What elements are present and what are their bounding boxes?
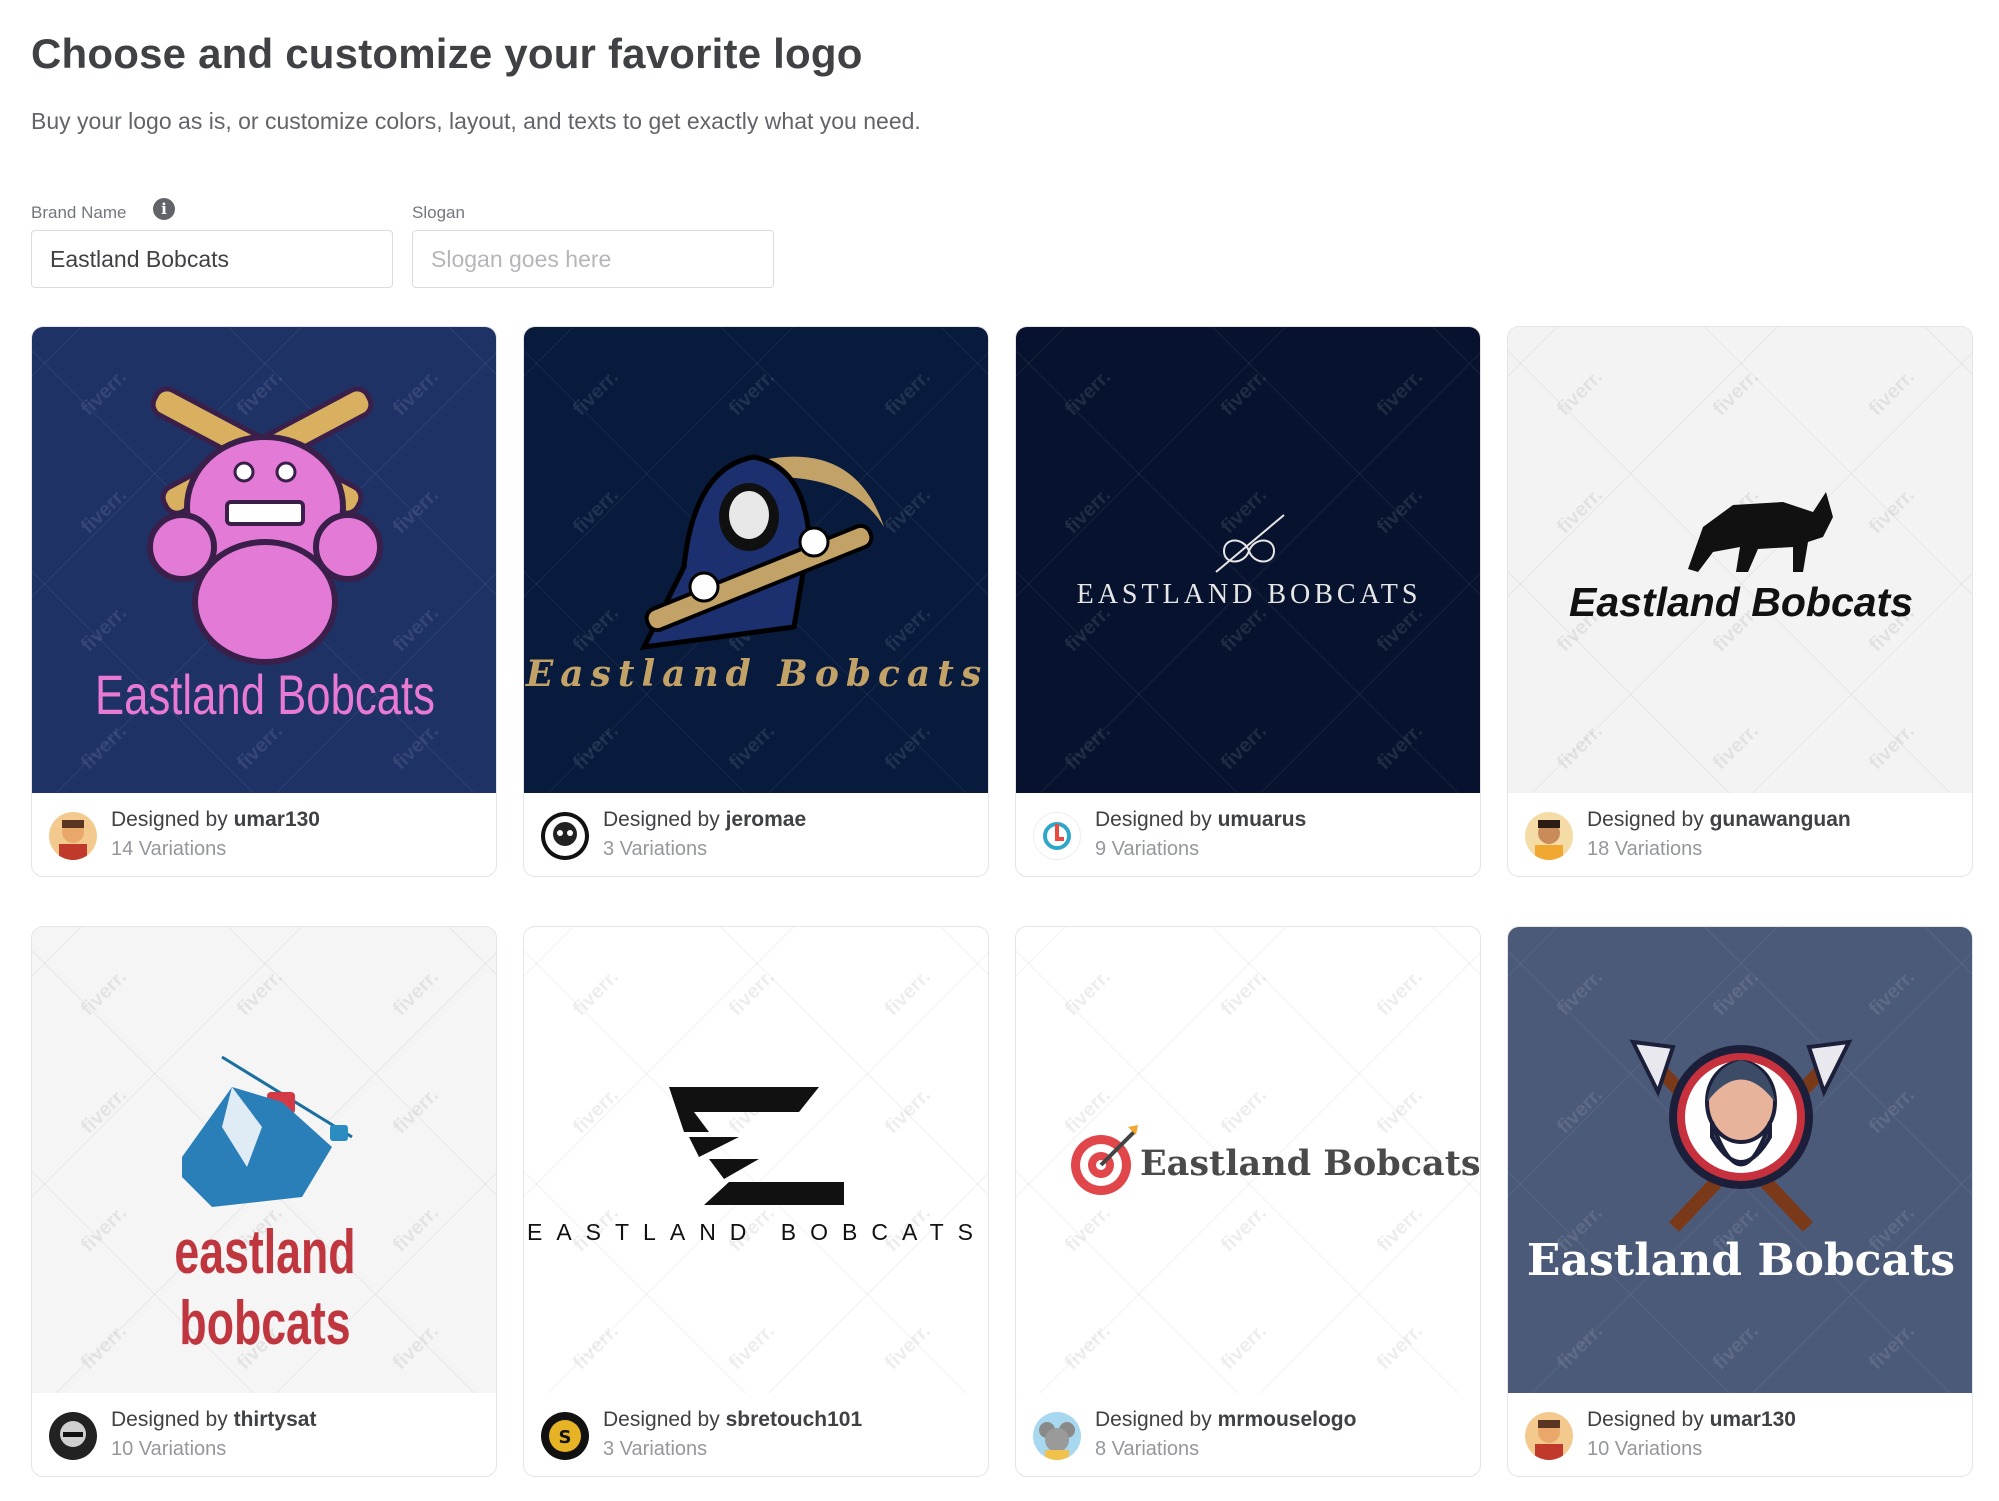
logo-text: EASTLAND BOBCATS (526, 1219, 988, 1245)
variations-count: 10 Variations (1587, 1438, 1703, 1460)
logo-text: Eastland Bobcats (1140, 1143, 1481, 1184)
logo-preview: fiverr. fiverr. fiverr. fiverr. fiverr. fiver… (32, 927, 496, 1393)
logo-text: EASTLAND BOBCATS (1076, 579, 1422, 610)
avatar (1033, 812, 1081, 860)
cable-car-mountain-icon (182, 1055, 353, 1207)
designer-name: gunawanguan (1709, 808, 1851, 831)
variations-count: 3 Variations (603, 838, 708, 860)
designed-by-label: Designed by (1587, 1408, 1704, 1431)
viking-axes-icon (1629, 1039, 1853, 1232)
logo-text: Eastland Bobcats (1568, 579, 1914, 625)
info-icon[interactable]: i (153, 198, 175, 220)
designed-by-label: Designed by (1095, 1408, 1212, 1431)
designer-name: umar130 (1709, 1408, 1796, 1431)
designed-by-label: Designed by (1587, 808, 1704, 831)
logo-text: Eastland Bobcats (95, 663, 435, 726)
letter-e-icon (669, 1087, 844, 1205)
logo-preview: fiverr. fiverr. fiverr. fiverr. fiverr. fiver… (1016, 327, 1480, 793)
logo-text: eastland bobcats (174, 1218, 356, 1358)
avatar (1033, 1412, 1081, 1460)
logo-card[interactable]: fiverr. fiverr. fiverr. fiverr. fiverr. fiver… (31, 326, 497, 877)
designed-by-label: Designed by (111, 808, 228, 831)
logo-preview: fiverr. fiverr. fiverr. fiverr. fiverr. fiver… (32, 327, 496, 793)
bull-icon (1688, 492, 1833, 572)
logo-card[interactable]: fiverr. fiverr. fiverr. fiverr. fiverr. fiver… (523, 926, 989, 1477)
variations-count: 9 Variations (1095, 838, 1200, 860)
designer-name: jeromae (725, 808, 807, 831)
grim-reaper-baseball-icon (639, 454, 884, 651)
svg-text:S: S (559, 1427, 572, 1448)
avatar (1525, 812, 1573, 860)
designed-by-label: Designed by (603, 808, 720, 831)
logo-preview: fiverr. fiverr. fiverr. fiverr. fiverr. fiver… (1508, 327, 1972, 793)
variations-count: 10 Variations (111, 1438, 227, 1460)
logo-preview: fiverr. fiverr. fiverr. fiverr. fiverr. fiver… (1016, 927, 1481, 1393)
slogan-label: Slogan (412, 203, 465, 222)
pink-monster-baseball-icon (147, 386, 383, 665)
variations-count: 14 Variations (111, 838, 227, 860)
logo-text: Eastland Bobcats (1526, 1235, 1956, 1286)
designer-name: umuarus (1217, 808, 1307, 831)
target-arrow-icon (1071, 1125, 1138, 1195)
logo-card[interactable]: fiverr. fiverr. fiverr. fiverr. fiverr. fiver… (1507, 926, 1973, 1477)
designer-name: sbretouch101 (725, 1408, 863, 1431)
avatar (49, 1412, 97, 1460)
designer-name: umar130 (233, 808, 320, 831)
logo-card[interactable]: fiverr. fiverr. fiverr. fiverr. fiverr. fiver… (31, 926, 497, 1477)
logo-card[interactable]: fiverr. fiverr. fiverr. fiverr. fiverr. fiver… (523, 326, 989, 877)
avatar: S (541, 1412, 589, 1460)
brand-name-input[interactable] (31, 230, 393, 288)
logo-card[interactable]: fiverr. fiverr. fiverr. fiverr. fiverr. fiver… (1015, 926, 1481, 1477)
variations-count: 18 Variations (1587, 838, 1703, 860)
page-title: Choose and customize your favorite logo (31, 30, 863, 77)
designer-name: mrmouselogo (1217, 1408, 1357, 1431)
logo-preview: fiverr. fiverr. fiverr. fiverr. fiverr. fiver… (1508, 927, 1972, 1393)
avatar (1525, 1412, 1573, 1460)
variations-count: 8 Variations (1095, 1438, 1200, 1460)
avatar (49, 812, 97, 860)
designed-by-label: Designed by (1095, 808, 1212, 831)
logo-text: Eastland Bobcats (525, 653, 989, 695)
slogan-input[interactable] (412, 230, 774, 288)
designed-by-label: Designed by (603, 1408, 720, 1431)
logo-preview: fiverr. fiverr. fiverr. fiverr. fiverr. fiver… (524, 327, 989, 793)
avatar (541, 812, 589, 860)
brand-name-label: Brand Name (31, 203, 127, 222)
logo-card[interactable]: fiverr. fiverr. fiverr. fiverr. fiverr. fiver… (1015, 326, 1481, 877)
designer-name: thirtysat (233, 1408, 317, 1431)
logo-card[interactable]: fiverr. fiverr. fiverr. fiverr. fiverr. fiver… (1507, 326, 1973, 877)
page-subtitle: Buy your logo as is, or customize colors… (31, 108, 921, 134)
designed-by-label: Designed by (111, 1408, 228, 1431)
variations-count: 3 Variations (603, 1438, 708, 1460)
logo-preview: fiverr. fiverr. fiverr. fiverr. fiverr. fiver… (524, 927, 988, 1393)
infinity-line-icon (1215, 514, 1285, 573)
